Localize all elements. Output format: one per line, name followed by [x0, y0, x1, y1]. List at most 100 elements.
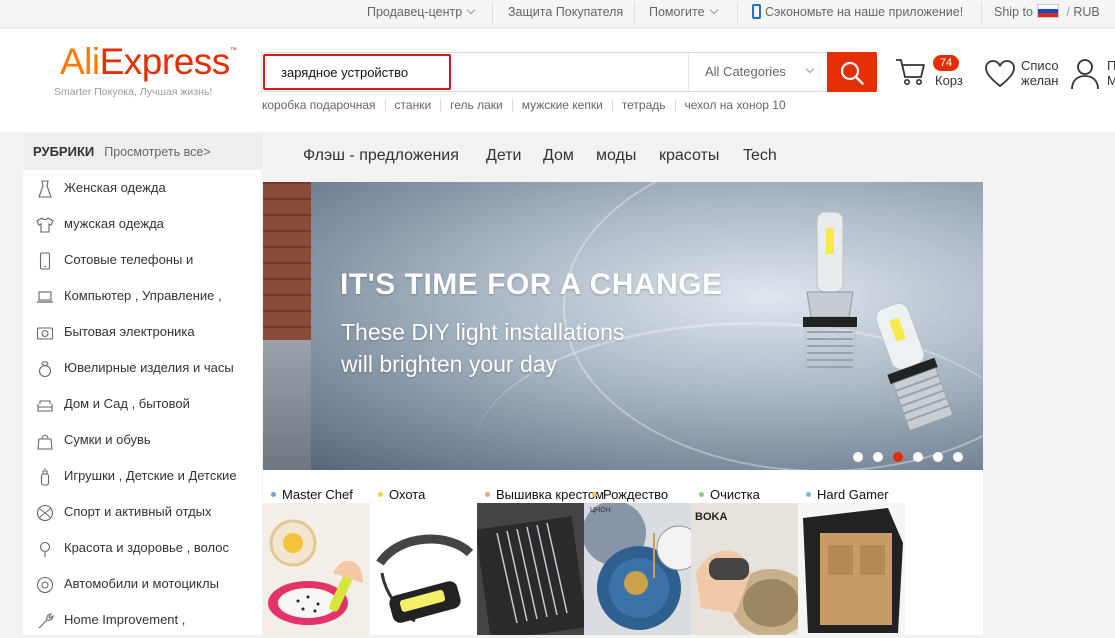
- sidebar-item-mens-clothing[interactable]: мужская одежда: [23, 206, 262, 242]
- currency-label: RUB: [1073, 5, 1100, 19]
- cart-count-badge: 74: [933, 55, 959, 71]
- seller-center-label: Продавец-центр: [367, 5, 463, 19]
- sidebar-item-computers[interactable]: Компьютер , Управление ,: [23, 278, 262, 314]
- sidebar-item-electronics[interactable]: Бытовая электроника: [23, 314, 262, 350]
- search-button[interactable]: [827, 52, 877, 92]
- tab-beauty[interactable]: красоты: [659, 147, 719, 165]
- bottle-icon: [40, 468, 50, 486]
- app-promo-link[interactable]: Сэкономьте на наше приложение!: [752, 0, 963, 24]
- promo-card-embroidery[interactable]: Вышивка крестом: [477, 470, 604, 635]
- hotword-link[interactable]: чехол на хонор 10: [674, 99, 795, 112]
- sidebar-item-beauty[interactable]: Красота и здоровье , волос: [23, 530, 262, 566]
- promo-card-hard-gamer[interactable]: Hard Gamer: [798, 470, 905, 635]
- sidebar-item-toys-kids[interactable]: Игрушки , Детские и Детские: [23, 458, 262, 494]
- brand-text: BOKA: [695, 511, 728, 523]
- sidebar-item-label: Спорт и активный отдых: [64, 504, 212, 519]
- promo-label: Очистка: [699, 487, 760, 502]
- wishlist-label-line2: желан: [1021, 73, 1059, 88]
- banner-subtitle: These DIY light installations will brigh…: [341, 316, 671, 380]
- carousel-dot[interactable]: [853, 452, 863, 462]
- sidebar-item-bags-shoes[interactable]: Сумки и обувь: [23, 422, 262, 458]
- category-select[interactable]: All Categories: [688, 53, 827, 91]
- bag-icon: [37, 434, 53, 450]
- sidebar-item-label: мужская одежда: [64, 216, 164, 231]
- sidebar-item-home-improvement[interactable]: Home Improvement ,: [23, 602, 262, 638]
- carousel-dots: [853, 449, 973, 467]
- hotword-link[interactable]: гель лаки: [440, 99, 512, 112]
- ship-to-selector[interactable]: Ship to / RUB: [994, 0, 1100, 24]
- chevron-down-icon: [466, 5, 476, 15]
- sidebar-item-home-garden[interactable]: Дом и Сад , бытовой: [23, 386, 262, 422]
- app-promo-label: Сэкономьте на наше приложение!: [765, 5, 964, 19]
- promo-image: [263, 503, 370, 635]
- buyer-protection-link[interactable]: Защита Покупателя: [508, 0, 623, 24]
- sidebar-item-label: Женская одежда: [64, 180, 166, 195]
- tab-tech[interactable]: Tech: [743, 147, 777, 165]
- search-input[interactable]: [263, 54, 451, 90]
- hotword-link[interactable]: станки: [384, 99, 441, 112]
- aliexpress-logo[interactable]: AliExpress™: [60, 41, 237, 83]
- search-icon: [840, 61, 864, 85]
- mobile-phone-icon: [752, 4, 761, 19]
- sidebar-item-sports[interactable]: Спорт и активный отдых: [23, 494, 262, 530]
- sidebar-item-label: Красота и здоровье , волос: [64, 540, 230, 555]
- cart-icon[interactable]: [895, 57, 927, 87]
- sidebar-item-automotive[interactable]: Автомобили и мотоциклы: [23, 566, 262, 602]
- tab-flash-deals[interactable]: Флэш - предложения: [303, 147, 459, 165]
- cart-label[interactable]: Корз: [935, 73, 963, 88]
- russia-flag-icon: [1036, 4, 1059, 18]
- user-icon[interactable]: [1070, 58, 1100, 90]
- sofa-icon: [37, 400, 53, 412]
- promo-card-master-chef[interactable]: Master Chef: [263, 470, 370, 635]
- camera-icon: [36, 327, 54, 340]
- header: AliExpress™ Smarter Покупка, Лучшая жизн…: [0, 29, 1115, 132]
- promo-image: [477, 503, 584, 635]
- tab-kids[interactable]: Дети: [486, 147, 521, 165]
- top-bar: Продавец-центр Защита Покупателя Помогит…: [0, 0, 1115, 28]
- sidebar-item-womens-clothing[interactable]: Женская одежда: [23, 170, 262, 206]
- carousel-dot-active[interactable]: [893, 452, 903, 462]
- view-all-link[interactable]: Просмотреть все>: [104, 145, 210, 159]
- promo-label: Hard Gamer: [806, 487, 889, 502]
- hotword-link[interactable]: коробка подарочная: [262, 99, 385, 112]
- dress-icon: [38, 180, 52, 198]
- sidebar-item-label: Автомобили и мотоциклы: [64, 576, 219, 591]
- carousel-dot[interactable]: [913, 452, 923, 462]
- christmas-sign-text: ЦНОН: [590, 507, 611, 514]
- tools-icon: [38, 613, 54, 629]
- sidebar-item-phones[interactable]: Сотовые телефоны и: [23, 242, 262, 278]
- tagline: Smarter Покупка, Лучшая жизнь!: [54, 86, 213, 98]
- promo-card-hunting[interactable]: Охота: [370, 470, 477, 635]
- carousel-dot[interactable]: [873, 452, 883, 462]
- help-link[interactable]: Помогите: [649, 0, 718, 24]
- hero-banner[interactable]: IT'S TIME FOR A CHANGE These DIY light i…: [263, 182, 983, 470]
- sidebar-item-jewelry[interactable]: Ювелирные изделия и часы: [23, 350, 262, 386]
- account-label-line2: М: [1107, 73, 1115, 88]
- promo-strip: Master Chef Охота Вышивка крестом ЦНОН Р…: [263, 470, 983, 635]
- promo-image: [370, 503, 477, 635]
- wishlist-link[interactable]: Списо желан: [1021, 58, 1059, 88]
- promo-image: [798, 503, 905, 635]
- sidebar-item-label: Сотовые телефоны и: [64, 252, 194, 267]
- carousel-dot[interactable]: [953, 452, 963, 462]
- heart-icon[interactable]: [984, 59, 1016, 89]
- seller-center-link[interactable]: Продавец-центр: [367, 0, 476, 24]
- promo-label: Master Chef: [271, 487, 353, 502]
- laptop-icon: [37, 291, 53, 303]
- promo-card-cleaning[interactable]: BOKA Очистка: [691, 470, 798, 635]
- carousel-dot[interactable]: [933, 452, 943, 462]
- pin-icon: [39, 541, 51, 557]
- wishlist-label-line1: Списо: [1021, 58, 1059, 73]
- promo-label: Охота: [378, 487, 425, 502]
- hotword-link[interactable]: мужские кепки: [511, 99, 612, 112]
- tab-fashion[interactable]: моды: [596, 147, 636, 165]
- hotword-link[interactable]: тетрадь: [611, 99, 675, 112]
- led-bulbs-image: [803, 211, 954, 432]
- account-link[interactable]: П М: [1107, 58, 1115, 88]
- tab-home[interactable]: Дом: [543, 147, 574, 165]
- banner-subtitle-line2: will brighten your day: [341, 351, 558, 377]
- sidebar-title: РУБРИКИ: [33, 144, 95, 159]
- promo-image: BOKA: [691, 503, 798, 635]
- sidebar-item-label: Home Improvement ,: [64, 612, 186, 627]
- promo-card-christmas[interactable]: ЦНОН Рождество: [584, 470, 691, 635]
